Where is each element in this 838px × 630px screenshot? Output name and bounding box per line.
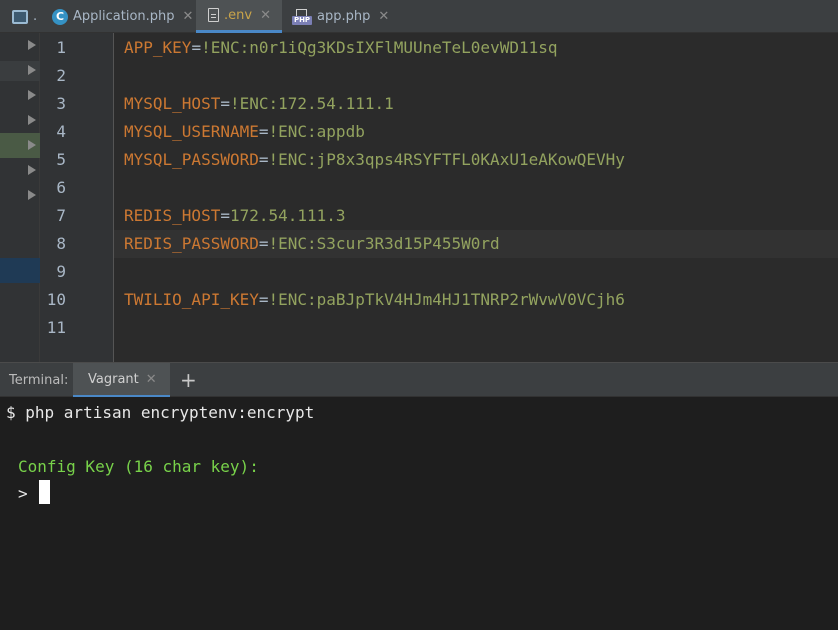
tab-env[interactable]: .env ✕ — [196, 0, 282, 33]
env-key: MYSQL_PASSWORD — [124, 150, 259, 169]
expand-arrow-icon[interactable] — [28, 165, 36, 175]
expand-arrow-icon[interactable] — [28, 115, 36, 125]
env-value: !ENC:n0r1iQg3KDsIXFlMUUneTeL0evWD11sq — [201, 38, 558, 57]
line-number: 7 — [56, 206, 66, 225]
expand-arrow-icon[interactable] — [28, 40, 36, 50]
add-terminal-icon[interactable]: + — [180, 363, 197, 398]
env-value: !ENC:S3cur3R3d15P455W0rd — [268, 234, 500, 253]
code-line: REDIS_PASSWORD=!ENC:S3cur3R3d15P455W0rd — [124, 230, 500, 258]
project-icon — [12, 9, 28, 24]
code-area[interactable]: APP_KEY=!ENC:n0r1iQg3KDsIXFlMUUneTeL0evW… — [114, 33, 838, 362]
tab-application-php[interactable]: C Application.php ✕ — [42, 0, 194, 33]
config-key-prompt: Config Key (16 char key): — [18, 457, 259, 476]
line-number: 8 — [56, 234, 66, 253]
equals-sign: = — [191, 38, 202, 57]
tab-project[interactable]: . — [0, 0, 38, 33]
equals-sign: = — [258, 150, 269, 169]
env-key: TWILIO_API_KEY — [124, 290, 259, 309]
env-key: MYSQL_USERNAME — [124, 122, 259, 141]
tab-app-php[interactable]: PHP app.php ✕ — [284, 0, 394, 33]
line-number: 1 — [56, 38, 66, 57]
close-icon[interactable]: ✕ — [260, 8, 271, 23]
line-number: 4 — [56, 122, 66, 141]
env-value: !ENC:paBJpTkV4HJm4HJ1TNRP2rWvwV0VCjh6 — [268, 290, 625, 309]
terminal-label: Terminal: — [9, 373, 69, 388]
equals-sign: = — [220, 206, 230, 225]
expand-arrow-icon[interactable] — [28, 190, 36, 200]
env-key: MYSQL_HOST — [124, 94, 221, 113]
code-editor[interactable]: 1 2 3 4 5 6 7 8 9 10 11 APP_KEY=!ENC:n0r1iQg3KDsIX… — [0, 33, 838, 362]
env-value: !ENC:jP8x3qps4RSYFTFL0KAxU1eAKowQEVHy — [268, 150, 625, 169]
equals-sign: = — [258, 234, 269, 253]
expand-arrow-icon[interactable] — [28, 140, 36, 150]
env-value: !ENC:appdb — [268, 122, 365, 141]
code-line: MYSQL_HOST=!ENC:172.54.111.1 — [124, 90, 394, 118]
line-number: 2 — [56, 66, 66, 85]
expand-arrow-icon[interactable] — [28, 90, 36, 100]
equals-sign: = — [258, 122, 269, 141]
env-key: REDIS_PASSWORD — [124, 234, 259, 253]
line-number: 3 — [56, 94, 66, 113]
terminal-cursor[interactable] — [39, 480, 50, 504]
equals-sign: = — [220, 94, 230, 113]
expand-arrow-icon[interactable] — [28, 65, 36, 75]
text-file-icon — [208, 8, 219, 22]
close-icon[interactable]: ✕ — [146, 372, 157, 387]
line-number: 5 — [56, 150, 66, 169]
code-line: MYSQL_USERNAME=!ENC:appdb — [124, 118, 365, 146]
line-numbers: 1 2 3 4 5 6 7 8 9 10 11 — [40, 33, 114, 362]
terminal-tab-label: Vagrant — [88, 371, 139, 387]
tab-label: .env — [224, 7, 253, 23]
env-value: !ENC:172.54.111.1 — [229, 94, 394, 113]
line-number: 6 — [56, 178, 66, 197]
tab-label: . — [33, 9, 38, 24]
close-icon[interactable]: ✕ — [378, 9, 389, 24]
terminal-header: Terminal: Vagrant ✕ + — [0, 362, 838, 398]
close-icon[interactable]: ✕ — [183, 9, 194, 24]
code-line: REDIS_HOST=172.54.111.3 — [124, 202, 346, 230]
code-line: APP_KEY=!ENC:n0r1iQg3KDsIXFlMUUneTeL0evW… — [124, 34, 558, 62]
code-line: TWILIO_API_KEY=!ENC:paBJpTkV4HJm4HJ1TNRP… — [124, 286, 625, 314]
env-value: 172.54.111.3 — [229, 206, 346, 225]
editor-tab-bar: . C Application.php ✕ .env ✕ PHP app.php… — [0, 0, 838, 33]
php-file-icon: PHP — [292, 8, 312, 25]
input-prompt: > — [18, 484, 28, 503]
env-key: REDIS_HOST — [124, 206, 221, 225]
gutter-marker — [0, 258, 40, 283]
env-key: APP_KEY — [124, 38, 192, 57]
code-line: MYSQL_PASSWORD=!ENC:jP8x3qps4RSYFTFL0KAx… — [124, 146, 625, 174]
tab-label: Application.php — [73, 9, 175, 24]
terminal-tab-vagrant[interactable]: Vagrant ✕ — [73, 363, 170, 398]
line-number: 9 — [56, 262, 66, 281]
left-gutter — [0, 33, 40, 362]
line-number: 10 — [46, 290, 66, 309]
terminal-command: $ php artisan encryptenv:encrypt — [6, 403, 315, 422]
equals-sign: = — [258, 290, 269, 309]
class-c-icon: C — [52, 8, 68, 25]
tab-label: app.php — [317, 9, 371, 24]
line-number: 11 — [46, 318, 66, 337]
terminal-output[interactable]: $ php artisan encryptenv:encrypt Config … — [0, 397, 838, 630]
